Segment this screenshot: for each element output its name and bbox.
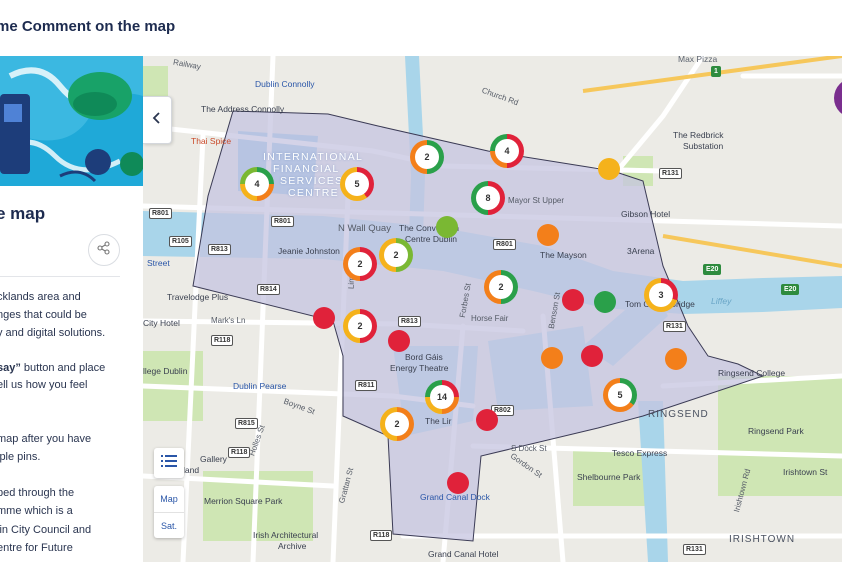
cluster-marker[interactable]: 5 [340,167,374,201]
comment-pin[interactable] [594,291,616,313]
satellite-view-button[interactable]: Sat. [154,512,184,538]
road-shield: R105 [169,236,192,247]
road-shield: 1 [711,66,721,77]
road-shield: R131 [683,544,706,555]
panel-text-line: ell us how you feel [0,379,88,391]
road-shield: R118 [370,530,393,541]
road-shield: R815 [235,418,258,429]
cluster-marker[interactable]: 2 [343,247,377,281]
comment-pin[interactable] [581,345,603,367]
chevron-left-icon [152,111,162,129]
road-shield: R118 [228,447,251,458]
panel-text-line: mme which is a [0,505,73,517]
side-panel: e map cklands area and nges that could b… [0,56,143,562]
cluster-marker[interactable]: 4 [490,134,524,168]
cluster-marker[interactable]: 2 [410,140,444,174]
comment-pin[interactable] [665,348,687,370]
cluster-count: 2 [384,243,408,267]
comment-pin[interactable] [562,289,584,311]
panel-text-line: entre for Future [0,542,73,554]
comment-pin[interactable] [388,330,410,352]
cluster-count: 14 [430,385,454,409]
list-icon [161,454,177,473]
cluster-marker[interactable]: 2 [343,309,377,343]
map-view-button[interactable]: Map [154,486,184,512]
page-title: me Comment on the map [0,18,176,35]
cluster-count: 2 [489,275,513,299]
cluster-marker[interactable]: 14 [425,380,459,414]
panel-text-line: ped through the [0,487,75,499]
cluster-count: 5 [608,383,632,407]
comment-pin[interactable] [541,347,563,369]
road-shield: R813 [398,316,421,327]
share-button[interactable] [88,234,120,266]
road-shield: R131 [663,321,686,332]
share-icon [97,240,111,260]
cluster-count: 2 [385,412,409,436]
legend-button[interactable] [154,448,184,478]
panel-text-line: say” button and place [0,360,105,377]
say-rest: button and place [20,362,106,374]
panel-text-line: map after you have [0,433,92,445]
road-shield: E20 [781,284,800,295]
cluster-marker[interactable]: 2 [484,270,518,304]
cluster-count: 8 [476,186,500,210]
panel-text-line: y and digital solutions. [0,327,106,339]
comment-pin[interactable] [313,307,335,329]
cluster-marker[interactable]: 2 [380,407,414,441]
divider [0,276,120,277]
road-shield: R801 [493,239,516,250]
cluster-count: 3 [649,283,673,307]
cluster-marker[interactable]: 2 [379,238,413,272]
cluster-count: 4 [245,172,269,196]
map-type-switcher: Map Sat. [154,486,184,538]
comment-pin[interactable] [447,472,469,494]
cluster-count: 2 [415,145,439,169]
hero-illustration [0,56,143,186]
road-shield: R131 [659,168,682,179]
panel-text-line: cklands area and [0,291,81,303]
map-canvas[interactable]: Dublin Connolly The Address Connolly Tha… [143,56,842,562]
cluster-marker[interactable]: 8 [471,181,505,215]
road-shield: R118 [211,335,234,346]
collapse-panel-button[interactable] [143,96,172,144]
comment-pin[interactable] [537,224,559,246]
say-bold: say” [0,362,21,374]
road-shield: R811 [355,380,378,391]
title-bar: me Comment on the map [0,0,842,56]
map-base [143,56,842,562]
comment-pin[interactable] [436,216,458,238]
panel-text-line: lin City Council and [0,524,92,536]
road-shield: R801 [271,216,294,227]
cluster-marker[interactable]: 3 [644,278,678,312]
cluster-marker[interactable]: 4 [240,167,274,201]
cluster-marker[interactable]: 5 [603,378,637,412]
road-shield: R801 [149,208,172,219]
cluster-count: 2 [348,252,372,276]
cluster-count: 4 [495,139,519,163]
road-shield: R813 [208,244,231,255]
cluster-count: 2 [348,314,372,338]
cluster-count: 5 [345,172,369,196]
comment-pin[interactable] [476,409,498,431]
road-shield: R814 [257,284,280,295]
panel-text-line: iple pins. [0,451,41,463]
comment-pin[interactable] [598,158,620,180]
road-shield: E20 [703,264,722,275]
panel-heading: e map [0,204,46,223]
panel-text-line: nges that could be [0,309,87,321]
